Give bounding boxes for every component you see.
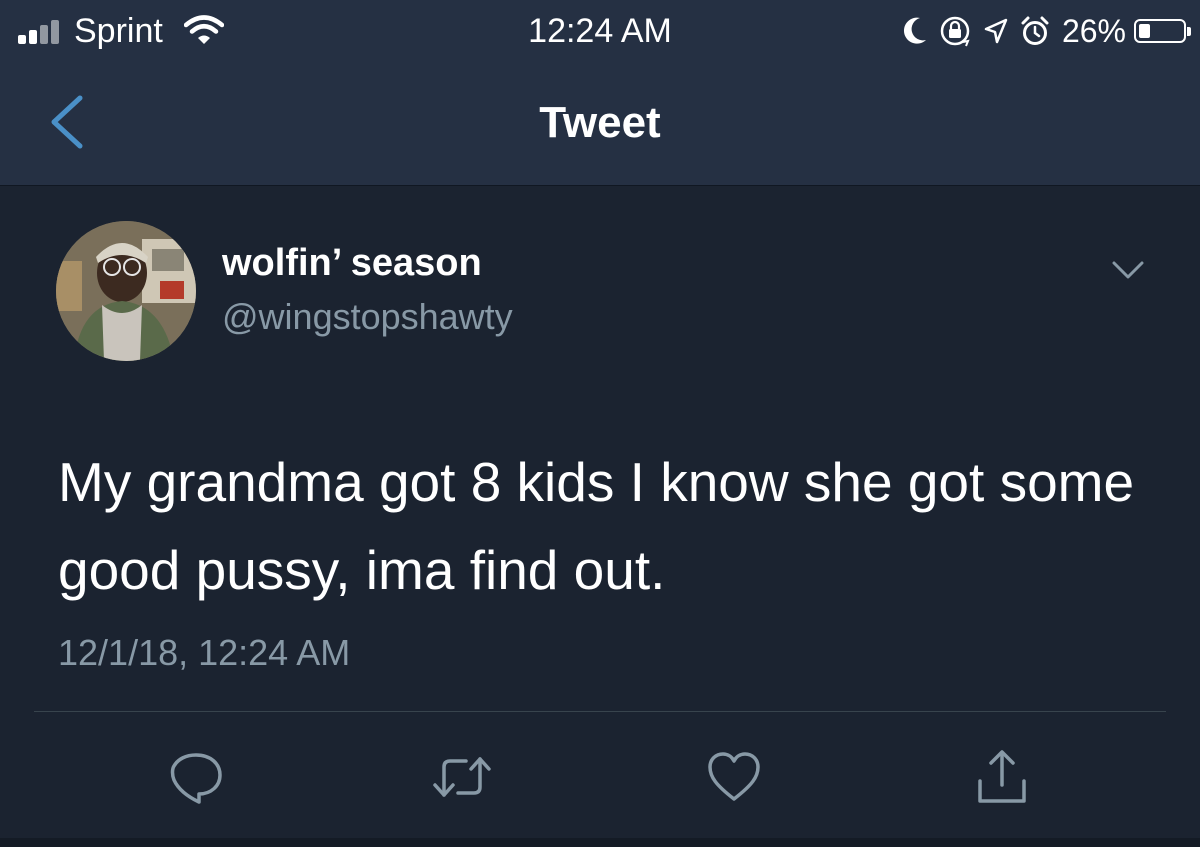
user-handle[interactable]: @wingstopshawty <box>222 296 513 338</box>
bottom-edge <box>0 838 1200 847</box>
like-button[interactable] <box>702 745 766 809</box>
page-title: Tweet <box>539 98 661 147</box>
divider <box>34 711 1166 712</box>
status-bar: Sprint 12:24 AM 26% <box>0 0 1200 62</box>
tweet-text: My grandma got 8 kids I know she got som… <box>58 451 1135 601</box>
tweet-timestamp: 12/1/18, 12:24 AM <box>58 632 351 673</box>
alarm-icon <box>1021 16 1049 45</box>
location-icon <box>984 18 1008 44</box>
chevron-down-icon[interactable] <box>1108 255 1148 285</box>
like-icon <box>708 752 760 801</box>
moon-icon <box>903 17 926 44</box>
reply-button[interactable] <box>164 745 228 809</box>
share-button[interactable] <box>970 745 1034 809</box>
display-name[interactable]: wolfin’ season <box>222 242 482 285</box>
retweet-button[interactable] <box>430 745 494 809</box>
battery-icon <box>1134 19 1191 43</box>
reply-icon <box>170 753 222 804</box>
battery-percent: 26% <box>1061 12 1126 49</box>
retweet-icon <box>433 757 491 797</box>
battery-fill <box>1139 24 1150 38</box>
share-icon <box>978 750 1026 803</box>
navigation-bar: Tweet <box>0 62 1200 186</box>
avatar[interactable] <box>56 221 196 361</box>
orientation-lock-icon <box>940 16 970 47</box>
